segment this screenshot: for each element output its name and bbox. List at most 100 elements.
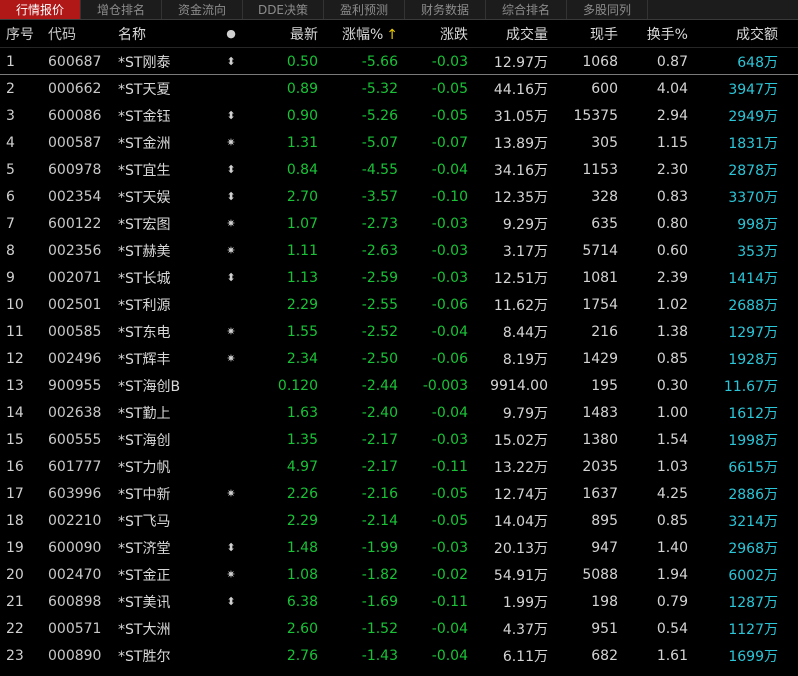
table-row[interactable]: 12 002496 *ST辉丰 ✷ 2.34 -2.50 -0.06 8.19万 1429 0.8… — [0, 345, 798, 372]
row-chg: -0.03 — [431, 53, 468, 70]
row-turnover: 0.60 — [656, 242, 688, 259]
row-name: *ST宜生 — [118, 162, 171, 179]
row-name: *ST勤上 — [118, 405, 171, 422]
table-row[interactable]: 6 002354 *ST天娱 ⬍ 2.70 -3.57 -0.10 12.35万 328 0.83… — [0, 183, 798, 210]
row-seq: 22 — [6, 620, 24, 637]
row-chg: -0.003 — [422, 377, 468, 394]
table-row[interactable]: 20 002470 *ST金正 ✷ 1.08 -1.82 -0.02 54.91万 5088 1.… — [0, 561, 798, 588]
tab-3[interactable]: DDE决策 — [243, 0, 324, 19]
row-mark-icon: ✷ — [226, 568, 236, 581]
table-row[interactable]: 10 002501 *ST利源 2.29 -2.55 -0.06 11.62万 1754 1.0… — [0, 291, 798, 318]
row-turnover: 0.87 — [656, 53, 688, 70]
row-turnover: 1.00 — [656, 404, 688, 421]
column-header-code[interactable]: 代码 — [40, 24, 110, 44]
row-name: *ST海创B — [118, 378, 181, 395]
table-row[interactable]: 14 002638 *ST勤上 1.63 -2.40 -0.04 9.79万 1483 1.00… — [0, 399, 798, 426]
row-hand: 895 — [591, 512, 618, 529]
table-row[interactable]: 8 002356 *ST赫美 ✷ 1.11 -2.63 -0.03 3.17万 5714 0.60… — [0, 237, 798, 264]
row-chg: -0.11 — [431, 593, 468, 610]
row-hand: 5088 — [582, 566, 618, 583]
row-pct: -2.14 — [361, 512, 398, 529]
table-row[interactable]: 2 000662 *ST天夏 0.89 -5.32 -0.05 44.16万 600 4.04 3… — [0, 75, 798, 102]
row-volume: 34.16万 — [493, 162, 548, 179]
column-header-turn[interactable]: 换手% — [618, 24, 688, 44]
column-header-vol[interactable]: 成交量 — [468, 24, 548, 44]
row-code: 002071 — [48, 269, 102, 286]
table-row[interactable]: 3 600086 *ST金钰 ⬍ 0.90 -5.26 -0.05 31.05万 15375 2.… — [0, 102, 798, 129]
tab-7[interactable]: 多股同列 — [567, 0, 648, 19]
table-row[interactable]: 15 600555 *ST海创 1.35 -2.17 -0.03 15.02万 1380 1.5… — [0, 426, 798, 453]
table-row[interactable]: 7 600122 *ST宏图 ✷ 1.07 -2.73 -0.03 9.29万 635 0.80 9… — [0, 210, 798, 237]
table-row[interactable]: 9 002071 *ST长城 ⬍ 1.13 -2.59 -0.03 12.51万 1081 2.3… — [0, 264, 798, 291]
row-turnover: 4.25 — [656, 485, 688, 502]
row-turnover: 0.30 — [656, 377, 688, 394]
column-header-pct[interactable]: 涨幅% ↑ — [318, 24, 398, 44]
table-row[interactable]: 16 601777 *ST力帆 4.97 -2.17 -0.11 13.22万 2035 1.0… — [0, 453, 798, 480]
row-latest: 0.89 — [286, 80, 318, 97]
tab-5[interactable]: 财务数据 — [405, 0, 486, 19]
column-header-amount[interactable]: 成交额 — [688, 24, 788, 44]
row-mark-icon: ✷ — [226, 217, 236, 230]
row-volume: 12.35万 — [493, 189, 548, 206]
column-header-mark[interactable]: ● — [202, 27, 260, 40]
row-volume: 20.13万 — [493, 540, 548, 557]
row-seq: 18 — [6, 512, 24, 529]
row-volume: 54.91万 — [493, 567, 548, 584]
table-row[interactable]: 4 000587 *ST金洲 ✷ 1.31 -5.07 -0.07 13.89万 305 1.15… — [0, 129, 798, 156]
table-row[interactable]: 17 603996 *ST中新 ✷ 2.26 -2.16 -0.05 12.74万 1637 4.… — [0, 480, 798, 507]
column-header-latest[interactable]: 最新 — [260, 24, 318, 44]
table-row[interactable]: 19 600090 *ST济堂 ⬍ 1.48 -1.99 -0.03 20.13万 947 1.4… — [0, 534, 798, 561]
row-pct: -2.73 — [361, 215, 398, 232]
table-row[interactable]: 22 000571 *ST大洲 2.60 -1.52 -0.04 4.37万 951 0.54 1… — [0, 615, 798, 642]
row-seq: 2 — [6, 80, 15, 97]
row-turnover: 0.79 — [656, 593, 688, 610]
row-chg: -0.04 — [431, 161, 468, 178]
tab-0[interactable]: 行情报价 — [0, 0, 81, 19]
table-row[interactable]: 5 600978 *ST宜生 ⬍ 0.84 -4.55 -0.04 34.16万 1153 2.3… — [0, 156, 798, 183]
table-row[interactable]: 23 000890 *ST胜尔 2.76 -1.43 -0.04 6.11万 682 1.61 1… — [0, 642, 798, 669]
row-hand: 951 — [591, 620, 618, 637]
row-pct: -2.63 — [361, 242, 398, 259]
table-row[interactable]: 1 600687 *ST刚泰 ⬍ 0.50 -5.66 -0.03 12.97万 1068 0.8… — [0, 48, 798, 75]
row-chg: -0.05 — [431, 485, 468, 502]
tab-1[interactable]: 增仓排名 — [81, 0, 162, 19]
row-name: *ST美讯 — [118, 594, 171, 611]
row-pct: -3.57 — [361, 188, 398, 205]
row-seq: 6 — [6, 188, 15, 205]
tab-4[interactable]: 盈利预测 — [324, 0, 405, 19]
row-seq: 3 — [6, 107, 15, 124]
row-amount: 11.67万 — [723, 378, 778, 395]
row-name: *ST力帆 — [118, 459, 171, 476]
column-header-hand[interactable]: 现手 — [548, 24, 618, 44]
row-amount: 998万 — [737, 216, 778, 233]
row-seq: 11 — [6, 323, 24, 340]
tab-2[interactable]: 资金流向 — [162, 0, 243, 19]
table-row[interactable]: 18 002210 *ST飞马 2.29 -2.14 -0.05 14.04万 895 0.85… — [0, 507, 798, 534]
row-seq: 14 — [6, 404, 24, 421]
table-row[interactable]: 21 600898 *ST美讯 ⬍ 6.38 -1.69 -0.11 1.99万 198 0.79… — [0, 588, 798, 615]
column-header-name[interactable]: 名称 — [110, 24, 202, 44]
column-header-chg[interactable]: 涨跌 — [398, 24, 468, 44]
table-header: 序号 代码 名称 ● 最新 涨幅% ↑ 涨跌 成交量 现手 换手% 成交额 — [0, 20, 798, 48]
row-volume: 9914.00 — [490, 377, 548, 394]
row-name: *ST东电 — [118, 324, 171, 341]
column-header-seq[interactable]: 序号 — [0, 24, 40, 44]
row-code: 002638 — [48, 404, 102, 421]
row-hand: 305 — [591, 134, 618, 151]
table-row[interactable]: 13 900955 *ST海创B 0.120 -2.44 -0.003 9914.00 195… — [0, 372, 798, 399]
tab-6[interactable]: 综合排名 — [486, 0, 567, 19]
row-code: 000585 — [48, 323, 102, 340]
row-seq: 12 — [6, 350, 24, 367]
table-row[interactable]: 11 000585 *ST东电 ✷ 1.55 -2.52 -0.04 8.44万 216 1.38… — [0, 318, 798, 345]
row-chg: -0.06 — [431, 350, 468, 367]
row-chg: -0.05 — [431, 80, 468, 97]
row-volume: 9.79万 — [502, 405, 548, 422]
column-header-pct-label: 涨幅% — [341, 26, 384, 43]
row-code: 002210 — [48, 512, 102, 529]
row-latest: 2.76 — [286, 647, 318, 664]
row-hand: 635 — [591, 215, 618, 232]
row-chg: -0.05 — [431, 107, 468, 124]
row-latest: 0.50 — [286, 53, 318, 70]
row-code: 600898 — [48, 593, 102, 610]
row-chg: -0.04 — [431, 404, 468, 421]
